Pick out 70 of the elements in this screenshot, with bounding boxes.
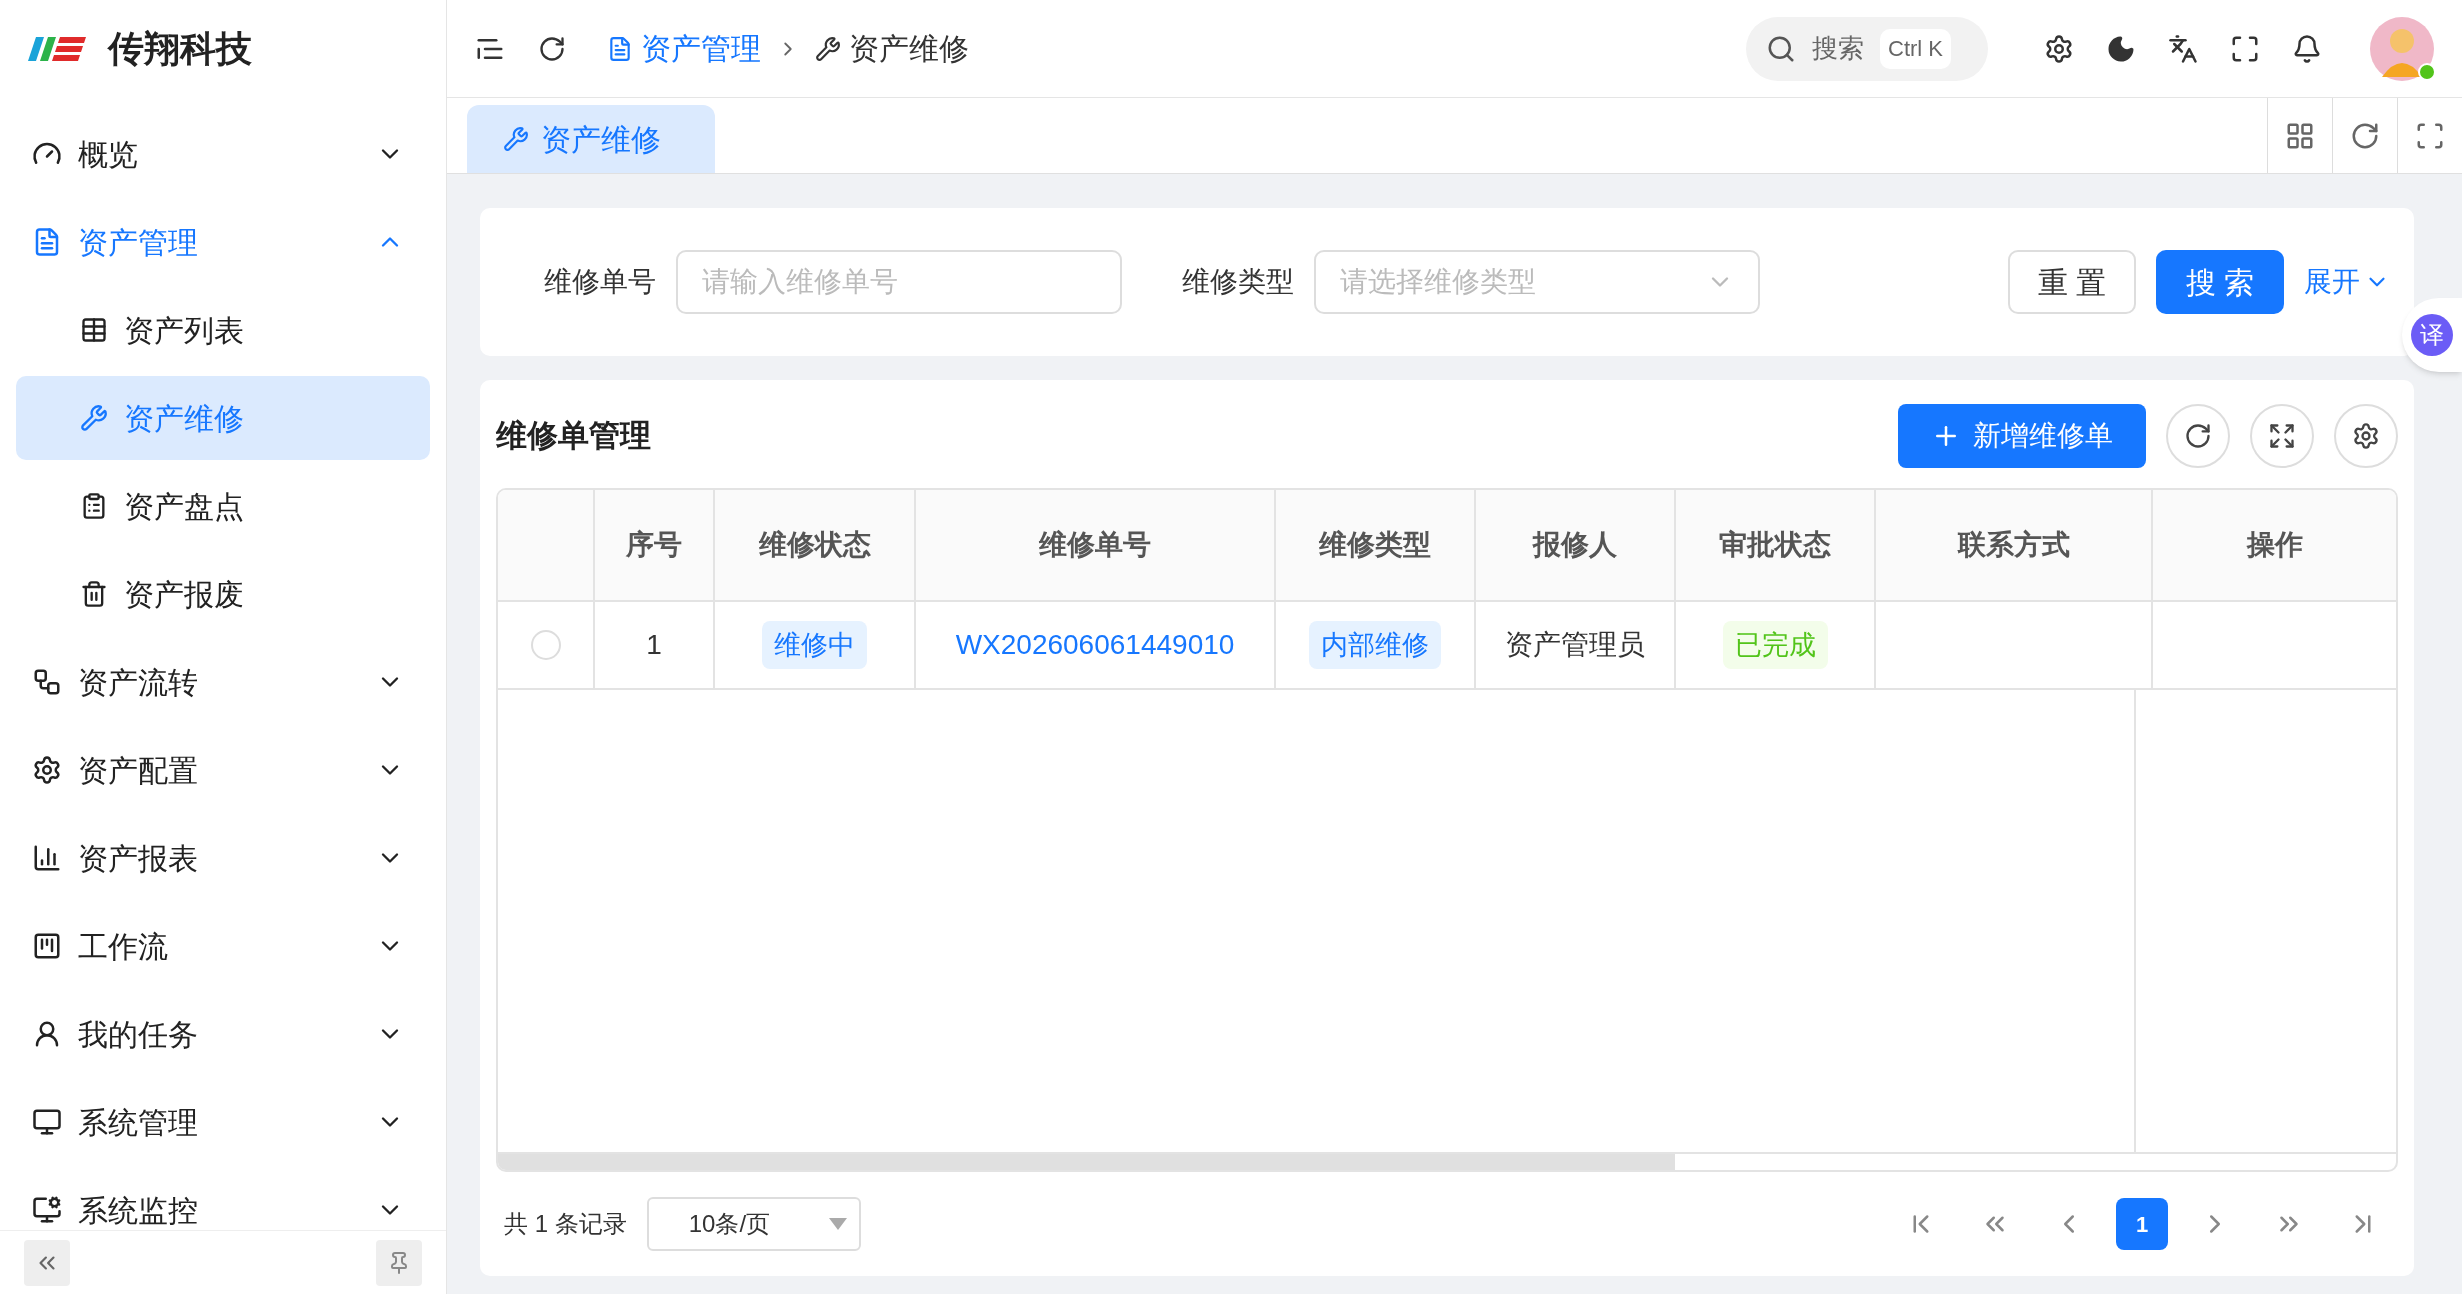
sidebar-item[interactable]: 资产报表 <box>16 816 430 900</box>
column-header: 操作 <box>2246 528 2303 562</box>
monitor-icon <box>32 1195 62 1225</box>
sidebar-item[interactable]: 资产配置 <box>16 728 430 812</box>
flow-icon <box>32 667 62 697</box>
refresh-icon <box>538 34 566 63</box>
expand-icon <box>2268 422 2296 450</box>
shortcut-key: Ctrl K <box>1880 28 1951 69</box>
translate-icon <box>2168 33 2198 64</box>
refresh-icon <box>2184 422 2212 450</box>
sidebar-subitem[interactable]: 资产列表 <box>16 288 430 372</box>
column-header: 报修人 <box>1533 528 1617 562</box>
kanban-icon <box>32 931 62 961</box>
add-button[interactable]: 新增维修单 <box>1898 404 2146 468</box>
filter-label: 维修单号 <box>544 265 656 299</box>
sidebar-item[interactable]: 系统管理 <box>16 1080 430 1164</box>
filter-label: 维修类型 <box>1182 265 1294 299</box>
column-header: 维修状态 <box>758 528 871 562</box>
wrench-icon <box>815 35 841 62</box>
bar-chart-icon <box>32 843 62 873</box>
dropdown-triangle-icon <box>828 1218 847 1230</box>
order-number-link[interactable]: WX202606061449010 <box>955 624 1235 666</box>
gear-icon <box>32 755 62 785</box>
wrench-icon <box>80 404 108 432</box>
sidebar-item[interactable]: 资产流转 <box>16 640 430 724</box>
settings-button[interactable] <box>2334 404 2398 468</box>
table-title: 维修单管理 <box>496 416 652 455</box>
sidebar-item[interactable]: 概览 <box>16 112 430 196</box>
trash-icon <box>80 580 108 608</box>
column-header: 维修单号 <box>1039 528 1151 562</box>
breadcrumb-link[interactable]: 资产管理 <box>607 26 761 71</box>
sidebar-item[interactable]: 系统监控 <box>16 1168 430 1230</box>
column-header: 序号 <box>626 528 682 562</box>
breadcrumb-link[interactable]: 资产维修 <box>815 26 969 71</box>
collapse-sidebar-button[interactable] <box>24 1239 70 1286</box>
table-cell-text: 1 <box>646 628 662 662</box>
monitor-icon <box>32 1107 62 1137</box>
sidebar-subitem[interactable]: 资产盘点 <box>16 464 430 548</box>
expand-link[interactable]: 展开 <box>2304 261 2390 303</box>
sidebar-item[interactable]: 我的任务 <box>16 992 430 1076</box>
refresh-button[interactable] <box>2166 404 2230 468</box>
table-cell-text: 资产管理员 <box>1505 628 1645 662</box>
translate-badge[interactable]: 译 <box>2411 314 2453 356</box>
settings-icon <box>2352 422 2380 450</box>
horizontal-scrollbar[interactable] <box>498 1154 1675 1170</box>
document-icon <box>607 35 633 62</box>
sidebar-item[interactable]: 工作流 <box>16 904 430 988</box>
row-radio[interactable] <box>530 630 561 660</box>
settings-icon <box>2044 33 2074 64</box>
bell-icon <box>2292 33 2322 64</box>
column-header: 维修类型 <box>1319 528 1431 562</box>
sidebar-subitem[interactable]: 资产报废 <box>16 552 430 636</box>
wrench-icon <box>503 126 529 152</box>
brand-name: 传翔科技 <box>108 27 252 71</box>
column-header: 审批状态 <box>1719 528 1831 562</box>
search-button[interactable]: 搜 索 <box>2156 250 2284 314</box>
table-icon <box>80 316 108 344</box>
page-size-select[interactable]: 10条/页 <box>646 1197 861 1251</box>
page-button[interactable]: 1 <box>2116 1198 2168 1250</box>
logo-icon <box>28 35 88 63</box>
status-tag: 已完成 <box>1722 620 1828 670</box>
sidebar-item[interactable]: 资产管理 <box>16 200 430 284</box>
search-field[interactable]: 搜索 Ctrl K <box>1746 16 1988 81</box>
fullscreen-button[interactable] <box>2250 404 2314 468</box>
total-records: 共 1 条记录 <box>504 1209 627 1239</box>
status-tag: 内部维修 <box>1309 620 1441 670</box>
column-header: 联系方式 <box>1957 528 2070 562</box>
status-tag: 维修中 <box>762 620 867 670</box>
reset-button[interactable]: 重 置 <box>2008 250 2136 314</box>
pin-button[interactable] <box>376 1239 422 1286</box>
